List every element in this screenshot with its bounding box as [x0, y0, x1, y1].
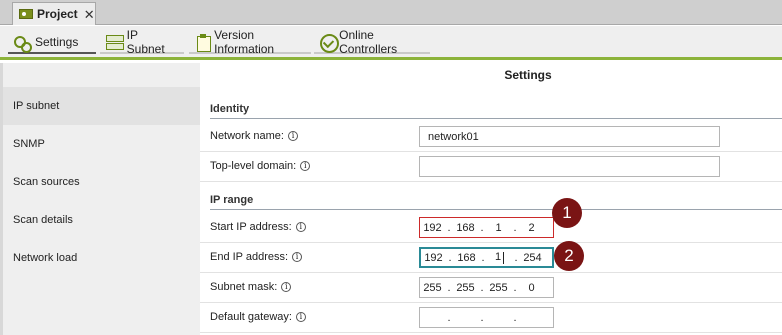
online-controllers-icon — [320, 34, 340, 53]
ip-dot: . — [447, 221, 451, 234]
ip-dot: . — [513, 221, 517, 234]
ip-dot: . — [481, 251, 485, 264]
section-identity-heading: Identity — [210, 103, 782, 119]
ip-octet[interactable]: 192 — [420, 222, 445, 234]
ip-octet[interactable]: 168 — [454, 252, 479, 264]
close-icon[interactable]: ✕ — [84, 8, 95, 21]
sidebar-item-ip-subnet[interactable]: IP subnet — [13, 100, 59, 112]
tab-ip-subnet-label: IP Subnet — [126, 28, 165, 56]
annotation-badge-1: 1 — [552, 198, 582, 228]
start-ip-label: Start IP address: i — [210, 221, 306, 233]
tab-online-controllers[interactable]: Online Controllers — [314, 28, 430, 56]
default-gateway-label: Default gateway: i — [210, 311, 306, 323]
ip-dot: . — [447, 311, 451, 324]
ip-octet-focused[interactable]: 1 — [487, 251, 512, 264]
tab-settings[interactable]: Settings — [8, 32, 96, 54]
subnet-mask-field[interactable]: 255 . 255 . 255 . 0 — [419, 277, 554, 298]
ip-octet-value: 1 — [494, 251, 502, 264]
section-ip-range-heading: IP range — [210, 194, 782, 210]
end-ip-label-text: End IP address: — [210, 251, 289, 263]
info-icon[interactable]: i — [292, 252, 303, 262]
document-tabstrip: Project ✕ — [0, 0, 782, 25]
start-ip-field[interactable]: 192 . 168 . 1 . 2 — [419, 217, 554, 238]
settings-panel: Settings Identity Network name: i networ… — [200, 63, 782, 335]
ip-dot: . — [480, 281, 484, 294]
tab-version-information[interactable]: Version Information — [189, 28, 311, 56]
ip-octet[interactable]: 255 — [486, 282, 511, 294]
network-name-label: Network name: i — [210, 130, 298, 142]
ip-dot: . — [514, 251, 518, 264]
sidebar-item-network-load[interactable]: Network load — [13, 252, 77, 264]
ip-octet[interactable]: 1 — [486, 222, 511, 234]
sidebar-item-scan-details[interactable]: Scan details — [13, 214, 73, 226]
tab-online-controllers-label: Online Controllers — [339, 28, 398, 56]
end-ip-label: End IP address: i — [210, 251, 303, 263]
ip-octet[interactable]: 192 — [421, 252, 446, 264]
subnet-mask-label: Subnet mask: i — [210, 281, 292, 293]
ip-octet[interactable]: 168 — [453, 222, 478, 234]
ip-dot: . — [480, 221, 484, 234]
info-icon[interactable]: i — [295, 222, 306, 232]
top-level-domain-row: Top-level domain: i — [200, 152, 782, 182]
ip-octet[interactable]: 0 — [519, 282, 544, 294]
start-ip-label-text: Start IP address: — [210, 221, 292, 233]
network-name-label-text: Network name: — [210, 130, 284, 142]
tab-ip-subnet[interactable]: IP Subnet — [100, 28, 184, 56]
page-title: Settings — [504, 68, 552, 82]
settings-icon — [14, 34, 32, 53]
top-level-domain-field[interactable] — [419, 156, 720, 177]
ip-octet[interactable]: 255 — [420, 282, 445, 294]
info-icon[interactable]: i — [300, 161, 311, 171]
info-icon[interactable]: i — [287, 131, 298, 141]
top-level-domain-label-text: Top-level domain: — [210, 160, 297, 172]
ip-octet[interactable]: 254 — [520, 252, 545, 264]
end-ip-row: End IP address: i 192 . 168 . 1 . 254 — [200, 243, 782, 273]
project-icon — [19, 9, 33, 19]
tab-version-information-label: Version Information — [214, 28, 275, 56]
sidebar-item-scan-sources[interactable]: Scan sources — [13, 176, 80, 188]
ip-dot: . — [513, 311, 517, 324]
tab-project[interactable]: Project ✕ — [12, 2, 96, 25]
ip-dot: . — [447, 281, 451, 294]
ip-dot: . — [448, 251, 452, 264]
tab-project-label: Project — [37, 7, 78, 21]
subnet-mask-label-text: Subnet mask: — [210, 281, 278, 293]
default-gateway-field[interactable]: . . . — [419, 307, 554, 328]
sidebar-item-snmp[interactable]: SNMP — [13, 138, 45, 150]
default-gateway-row: Default gateway: i . . . — [200, 303, 782, 333]
default-gateway-label-text: Default gateway: — [210, 311, 292, 323]
ip-dot: . — [513, 281, 517, 294]
ip-octet[interactable]: 2 — [519, 222, 544, 234]
ip-dot: . — [480, 311, 484, 324]
editor-toolbar: Settings IP Subnet Version Information O… — [0, 26, 782, 60]
settings-sidebar: IP subnet SNMP Scan sources Scan details… — [0, 63, 200, 335]
text-cursor — [503, 251, 505, 264]
end-ip-field[interactable]: 192 . 168 . 1 . 254 — [419, 247, 554, 268]
start-ip-row: Start IP address: i 192 . 168 . 1 . 2 — [200, 213, 782, 243]
subnet-mask-row: Subnet mask: i 255 . 255 . 255 . 0 — [200, 273, 782, 303]
info-icon[interactable]: i — [295, 312, 306, 322]
network-name-row: Network name: i network01 — [200, 122, 782, 152]
annotation-badge-2: 2 — [554, 241, 584, 271]
subnet-icon — [106, 34, 124, 50]
info-icon[interactable]: i — [281, 282, 292, 292]
tab-settings-label: Settings — [35, 35, 79, 49]
network-name-field[interactable]: network01 — [419, 126, 720, 147]
ip-octet[interactable]: 255 — [453, 282, 478, 294]
version-icon — [195, 34, 212, 52]
top-level-domain-label: Top-level domain: i — [210, 160, 311, 172]
